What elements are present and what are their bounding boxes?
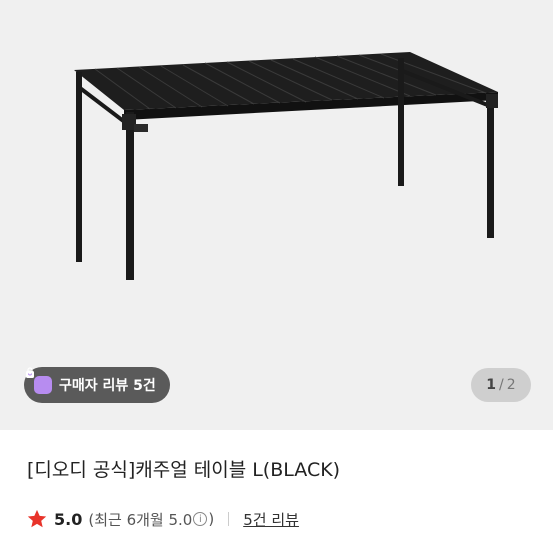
product-image bbox=[74, 52, 498, 280]
rating-summary: 5.0 (최근 6개월 5.0 i ) 5건 리뷰 bbox=[26, 507, 299, 531]
current-page: 1 bbox=[486, 377, 497, 393]
image-page-indicator: 1 / 2 bbox=[471, 368, 531, 402]
recent-rating-close: ) bbox=[208, 510, 215, 528]
buyer-review-chip[interactable]: 구매자 리뷰 5건 bbox=[24, 367, 170, 403]
page-separator: / bbox=[499, 377, 504, 393]
shopping-bag-icon bbox=[26, 367, 52, 394]
rating-score: 5.0 bbox=[54, 509, 83, 529]
star-icon bbox=[27, 509, 47, 528]
info-icon[interactable]: i bbox=[193, 512, 208, 526]
review-count-link[interactable]: 5건 리뷰 bbox=[243, 509, 299, 530]
buyer-review-label: 구매자 리뷰 5건 bbox=[59, 378, 156, 394]
product-title: [디오디 공식]캐주얼 테이블 L(BLACK) bbox=[27, 459, 341, 481]
divider bbox=[228, 512, 230, 526]
product-image-carousel[interactable]: 구매자 리뷰 5건 1 / 2 bbox=[0, 0, 553, 430]
total-pages: 2 bbox=[506, 377, 516, 393]
recent-rating-text: (최근 6개월 5.0 bbox=[88, 510, 193, 529]
